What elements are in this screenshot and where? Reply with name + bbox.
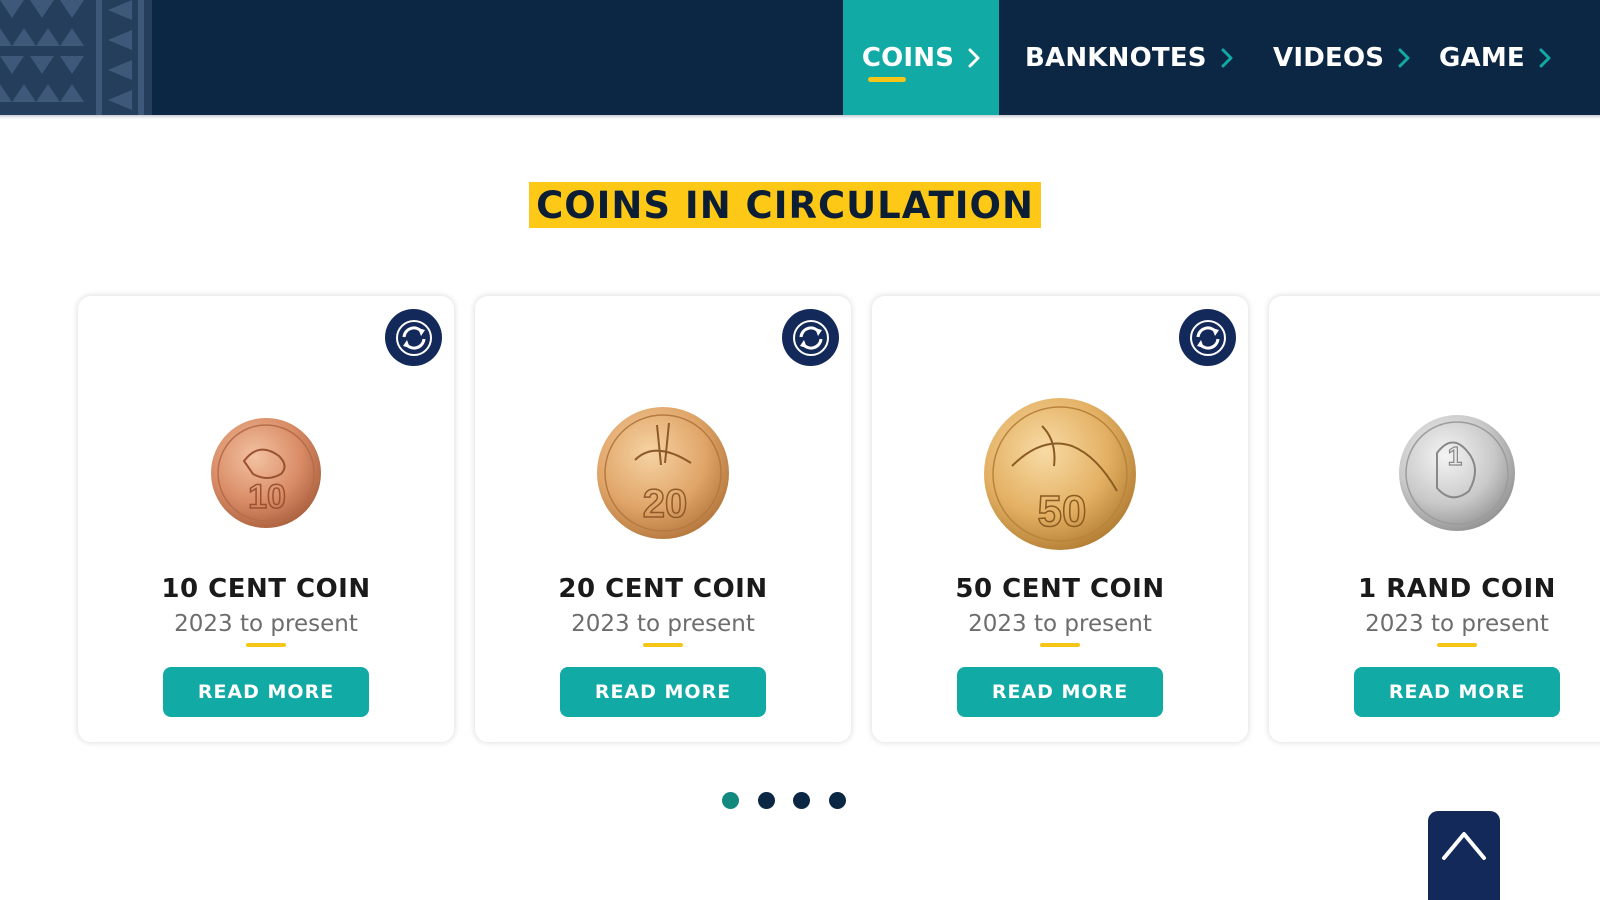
nav-videos-label: VIDEOS [1273,42,1385,73]
nav-active-underline [868,77,906,82]
card-title: 10 CENT COIN [161,574,371,604]
card-title: 50 CENT COIN [955,574,1165,604]
coin-card-20-cent: 20 20 CENT COIN 2023 to present READ MOR… [474,295,852,743]
svg-text:20: 20 [643,482,688,526]
card-divider [1437,643,1477,647]
chevron-right-icon [1398,48,1410,68]
coin-card-1-rand: 1 1 RAND COIN 2023 to present READ MORE [1268,295,1600,743]
chevron-right-icon [1539,48,1551,68]
section-title-highlight: COINS IN CIRCULATION [529,182,1041,228]
svg-text:10: 10 [248,478,286,516]
flip-coin-button[interactable] [782,309,839,366]
carousel-dot-1[interactable] [722,792,739,809]
carousel-dot-3[interactable] [793,792,810,809]
read-more-button[interactable]: READ MORE [1354,667,1560,717]
card-divider [1040,643,1080,647]
card-divider [643,643,683,647]
nav-banknotes-label: BANKNOTES [1025,42,1207,73]
rotate-icon [792,319,829,356]
card-divider [246,643,286,647]
card-title: 20 CENT COIN [558,574,768,604]
header-pattern-logo [0,0,152,115]
nav-game-label: GAME [1439,42,1525,73]
carousel-dot-4[interactable] [829,792,846,809]
flip-coin-button[interactable] [1179,309,1236,366]
nav-banknotes[interactable]: BANKNOTES [1025,0,1233,115]
coin-card-10-cent: 10 10 CENT COIN 2023 to present READ MOR… [77,295,455,743]
back-to-top-button[interactable] [1428,811,1500,900]
svg-text:50: 50 [1038,487,1087,536]
chevron-right-icon [968,48,980,68]
nav-coins-label: COINS [861,42,955,73]
svg-text:1: 1 [1448,441,1462,471]
card-title: 1 RAND COIN [1358,574,1556,604]
section-title: COINS IN CIRCULATION [536,183,1034,227]
rotate-icon [1189,319,1226,356]
coin-image-10-cent: 10 [211,418,321,528]
carousel-dot-2[interactable] [758,792,775,809]
card-subtitle: 2023 to present [571,611,755,637]
read-more-button[interactable]: READ MORE [163,667,369,717]
flip-coin-button[interactable] [385,309,442,366]
rotate-icon [395,319,432,356]
site-header: COINS BANKNOTES VIDEOS GAME [0,0,1600,115]
card-subtitle: 2023 to present [1365,611,1549,637]
read-more-button[interactable]: READ MORE [957,667,1163,717]
read-more-button[interactable]: READ MORE [560,667,766,717]
chevron-right-icon [1221,48,1233,68]
nav-coins[interactable]: COINS [843,0,999,115]
card-subtitle: 2023 to present [174,611,358,637]
coin-image-20-cent: 20 [597,407,729,539]
chevron-up-icon [1442,832,1486,860]
card-subtitle: 2023 to present [968,611,1152,637]
header-shadow [0,115,1600,119]
coin-card-50-cent: 50 50 CENT COIN 2023 to present READ MOR… [871,295,1249,743]
coin-image-50-cent: 50 [984,398,1136,550]
coin-image-1-rand: 1 [1399,415,1515,531]
nav-game[interactable]: GAME [1439,0,1551,115]
nav-videos[interactable]: VIDEOS [1273,0,1410,115]
